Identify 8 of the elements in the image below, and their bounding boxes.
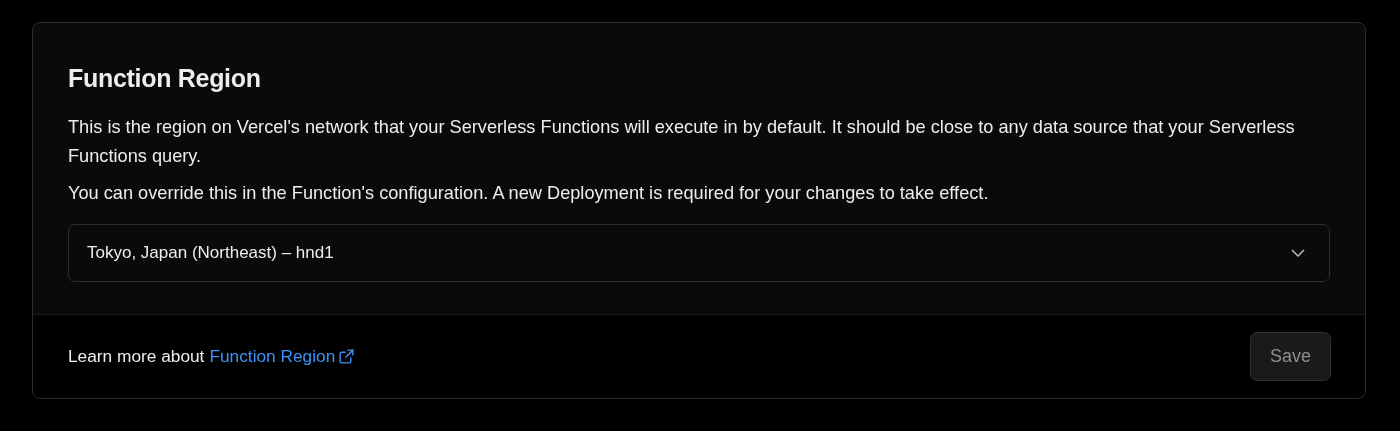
chevron-down-icon — [1291, 249, 1305, 257]
region-select[interactable]: Tokyo, Japan (Northeast) – hnd1 — [68, 224, 1330, 282]
external-link-icon — [338, 348, 356, 365]
description-text: You can override this in the Function's configuration. A new Deployment is required for your changes to take effect. — [68, 182, 990, 205]
section-title: Function Region — [68, 64, 262, 93]
learn-more-text: Learn more about — [68, 346, 205, 367]
description-text: This is the region on Vercel's network that your Serverless Functions will execute in by default. It should be close to any data source that your Serverless Functions query. — [68, 116, 1296, 168]
function-region-link[interactable]: Function Region — [209, 346, 356, 367]
